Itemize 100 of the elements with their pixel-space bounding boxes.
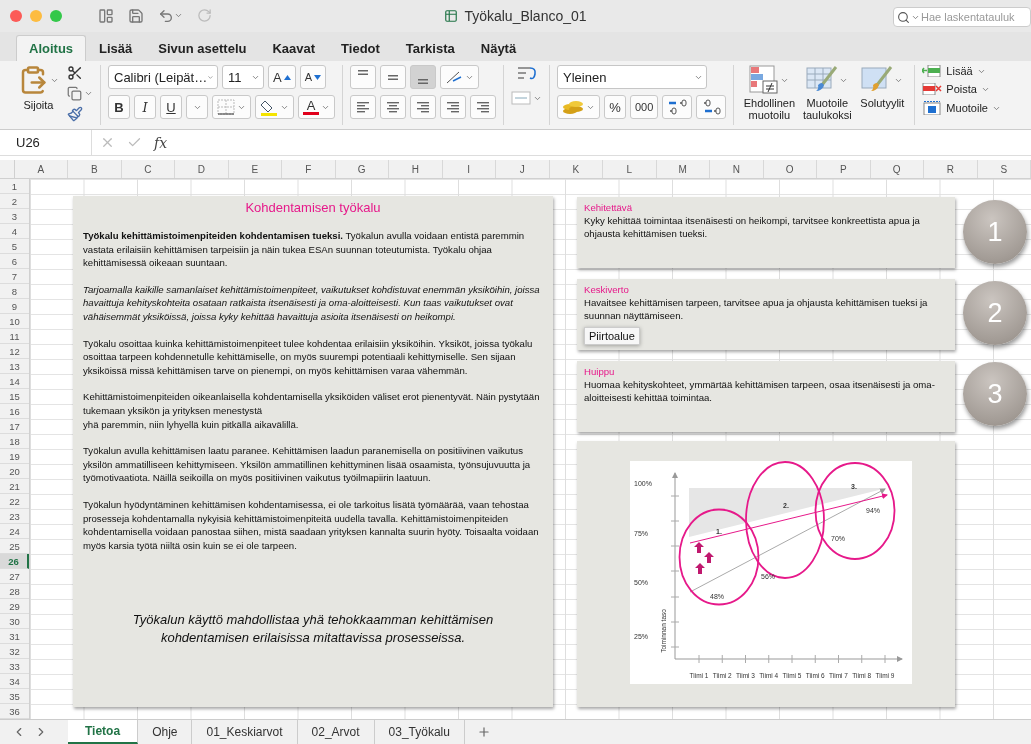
row-header[interactable]: 29 bbox=[0, 599, 29, 614]
ribbon-tab[interactable]: Kaavat bbox=[259, 35, 329, 62]
ribbon-tab[interactable]: Aloitus bbox=[16, 35, 87, 62]
column-header[interactable]: O bbox=[763, 160, 817, 178]
grow-font-button[interactable]: A bbox=[268, 65, 296, 90]
column-header[interactable]: A bbox=[14, 160, 68, 178]
format-painter-icon[interactable] bbox=[67, 106, 83, 123]
font-size-select[interactable]: 11 bbox=[222, 65, 264, 90]
orientation-button[interactable] bbox=[440, 65, 479, 90]
shrink-font-button[interactable]: A bbox=[299, 65, 326, 90]
row-header[interactable]: 14 bbox=[0, 374, 29, 389]
sheet-tab[interactable]: Tietoa bbox=[68, 720, 139, 744]
row-header[interactable]: 17 bbox=[0, 419, 29, 434]
row-header[interactable]: 16 bbox=[0, 404, 29, 419]
row-header[interactable]: 18 bbox=[0, 434, 29, 449]
decrease-indent-button[interactable] bbox=[440, 95, 466, 120]
row-header[interactable]: 27 bbox=[0, 569, 29, 584]
thousands-button[interactable]: 000 bbox=[630, 95, 659, 120]
column-header[interactable]: S bbox=[977, 160, 1031, 178]
row-header[interactable]: 28 bbox=[0, 584, 29, 599]
borders-button[interactable] bbox=[212, 95, 251, 120]
vertical-align-button[interactable] bbox=[410, 65, 436, 90]
column-header[interactable]: F bbox=[282, 160, 336, 178]
row-header[interactable]: 4 bbox=[0, 224, 29, 239]
decrease-decimal-button[interactable] bbox=[696, 95, 727, 120]
save-icon[interactable] bbox=[128, 7, 144, 24]
column-header[interactable]: M bbox=[656, 160, 710, 178]
row-header[interactable]: 35 bbox=[0, 689, 29, 704]
align-right-button[interactable] bbox=[410, 95, 436, 120]
vertical-align-button[interactable] bbox=[380, 65, 406, 90]
column-header[interactable]: K bbox=[549, 160, 603, 178]
currency-button[interactable] bbox=[557, 95, 600, 120]
sheet-tab[interactable]: Ohje bbox=[138, 720, 193, 744]
sheet-tab[interactable]: 02_Arvot bbox=[297, 720, 375, 744]
cut-icon[interactable] bbox=[67, 65, 83, 82]
column-header[interactable]: B bbox=[68, 160, 122, 178]
cells-button[interactable]: Lisää bbox=[922, 65, 986, 78]
column-header[interactable]: C bbox=[121, 160, 175, 178]
row-header[interactable]: 3 bbox=[0, 209, 29, 224]
function-button[interactable]: fx bbox=[146, 134, 176, 151]
ribbon-tab[interactable]: Tarkista bbox=[392, 35, 468, 62]
row-header[interactable]: 10 bbox=[0, 314, 29, 329]
row-header[interactable]: 22 bbox=[0, 494, 29, 509]
row-header[interactable]: 2 bbox=[0, 194, 29, 209]
sheet-tab[interactable]: 01_Keskiarvot bbox=[192, 720, 298, 744]
column-header[interactable]: J bbox=[496, 160, 550, 178]
increase-indent-button[interactable] bbox=[470, 95, 496, 120]
add-sheet-icon[interactable] bbox=[476, 725, 491, 739]
ribbon-tab[interactable]: Lisää bbox=[86, 35, 146, 62]
sidebar-icon[interactable] bbox=[98, 7, 114, 24]
column-header[interactable]: N bbox=[710, 160, 764, 178]
font-color-button[interactable]: A bbox=[298, 95, 335, 120]
style-button[interactable]: Solutyylit bbox=[857, 65, 908, 110]
row-header[interactable]: 30 bbox=[0, 614, 29, 629]
italic-button[interactable]: I bbox=[134, 95, 156, 120]
sheet-tab[interactable]: 03_Työkalu bbox=[374, 720, 465, 744]
row-header[interactable]: 15 bbox=[0, 389, 29, 404]
ribbon-tab[interactable]: Tiedot bbox=[328, 35, 393, 62]
row-header[interactable]: 31 bbox=[0, 629, 29, 644]
bold-button[interactable]: B bbox=[108, 95, 130, 120]
cells-button[interactable]: Muotoile bbox=[922, 101, 1001, 116]
row-header[interactable]: 13 bbox=[0, 359, 29, 374]
row-header[interactable]: 9 bbox=[0, 299, 29, 314]
row-header[interactable]: 1 bbox=[0, 179, 29, 194]
row-header[interactable]: 19 bbox=[0, 449, 29, 464]
paste-label[interactable]: Sijoita bbox=[23, 99, 54, 112]
row-header[interactable]: 32 bbox=[0, 644, 29, 659]
row-header[interactable]: 5 bbox=[0, 239, 29, 254]
underline-button[interactable]: U bbox=[160, 95, 182, 120]
row-header[interactable]: 20 bbox=[0, 464, 29, 479]
column-header[interactable]: D bbox=[175, 160, 229, 178]
row-header[interactable]: 26 bbox=[0, 554, 29, 569]
column-header[interactable]: P bbox=[817, 160, 871, 178]
align-center-button[interactable] bbox=[380, 95, 406, 120]
style-button[interactable]: Ehdollinen muotoilu bbox=[741, 65, 798, 122]
row-header[interactable]: 7 bbox=[0, 269, 29, 284]
row-header[interactable]: 12 bbox=[0, 344, 29, 359]
row-header[interactable]: 21 bbox=[0, 479, 29, 494]
row-header[interactable]: 8 bbox=[0, 284, 29, 299]
column-header[interactable]: H bbox=[389, 160, 443, 178]
row-header[interactable]: 33 bbox=[0, 659, 29, 674]
row-header[interactable]: 24 bbox=[0, 524, 29, 539]
percent-button[interactable]: % bbox=[604, 95, 626, 120]
ribbon-tab[interactable]: Näytä bbox=[467, 35, 530, 62]
column-header[interactable]: R bbox=[924, 160, 978, 178]
copy-icon[interactable] bbox=[67, 86, 82, 102]
wrap-text-button[interactable] bbox=[515, 65, 538, 82]
fill-color-button[interactable] bbox=[255, 95, 294, 120]
name-box[interactable]: U26 bbox=[0, 129, 92, 156]
row-header[interactable]: 23 bbox=[0, 509, 29, 524]
row-header[interactable]: 11 bbox=[0, 329, 29, 344]
undo-icon[interactable] bbox=[158, 7, 174, 24]
increase-decimal-button[interactable] bbox=[662, 95, 693, 120]
font-select[interactable]: Calibri (Leipät… bbox=[108, 65, 218, 90]
row-header[interactable]: 6 bbox=[0, 254, 29, 269]
cells-button[interactable]: Poista bbox=[922, 83, 990, 96]
align-left-button[interactable] bbox=[350, 95, 376, 120]
ribbon-tab[interactable]: Sivun asettelu bbox=[145, 35, 260, 62]
column-header[interactable]: L bbox=[603, 160, 657, 178]
column-header[interactable]: G bbox=[335, 160, 389, 178]
